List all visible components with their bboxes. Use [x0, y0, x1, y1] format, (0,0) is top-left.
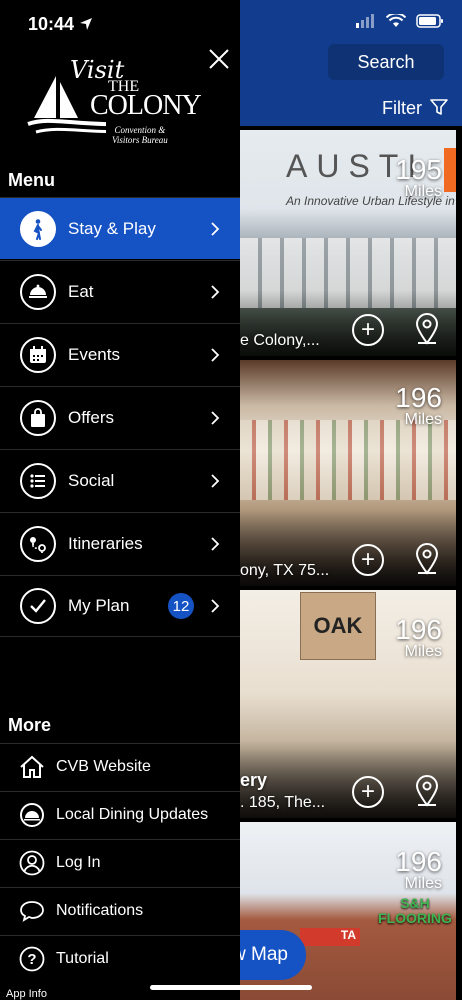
more-label: Local Dining Updates: [56, 806, 209, 823]
distance-value: 196: [395, 382, 442, 413]
route-icon: [20, 525, 56, 562]
distance-label: 196 Miles: [395, 848, 442, 892]
chevron-right-icon: [211, 599, 220, 613]
menu-label: Stay & Play: [68, 218, 156, 238]
banner-accent: [444, 148, 456, 192]
distance-unit: Miles: [404, 875, 442, 892]
chevron-right-icon: [211, 347, 220, 362]
food-tray-icon: [18, 801, 46, 829]
time-text: 10:44: [28, 14, 75, 34]
location-arrow-icon: [80, 18, 93, 30]
add-to-plan-button[interactable]: +: [352, 314, 384, 346]
status-icons: [356, 14, 444, 28]
menu-item-social[interactable]: Social: [0, 449, 240, 511]
menu-label: Eat: [68, 281, 94, 301]
distance-label: 196 Miles: [395, 384, 442, 428]
user-icon: [18, 849, 46, 877]
map-pin-icon[interactable]: [414, 774, 440, 808]
menu-label: Events: [68, 344, 120, 364]
card-caption: . 185, The...: [240, 794, 326, 811]
chevron-right-icon: [211, 410, 220, 425]
status-time: 10:44: [28, 14, 93, 35]
logo-text-bureau: Visitors Bureau: [112, 134, 168, 145]
menu-section-title: Menu: [8, 170, 55, 190]
map-pin-icon[interactable]: [414, 312, 440, 346]
menu-label: Social: [68, 470, 115, 490]
svg-text:?: ?: [27, 951, 36, 968]
card-caption: e Colony,...: [240, 332, 320, 349]
store-sign-red: TA: [300, 928, 360, 946]
shopping-bag-icon: [20, 399, 56, 436]
product-box-text: OAK: [313, 613, 363, 638]
sailboat-icon: [27, 76, 106, 134]
menu-label: Itineraries: [68, 533, 143, 553]
menu-label: Offers: [68, 407, 114, 427]
chevron-right-icon: [211, 536, 220, 551]
more-item-notifications[interactable]: Notifications: [0, 887, 240, 934]
add-to-plan-button[interactable]: +: [352, 776, 384, 808]
more-item-tutorial[interactable]: ? Tutorial: [0, 935, 240, 982]
store-shelves-image: [240, 420, 456, 500]
list-icon: [20, 462, 56, 499]
chevron-right-icon: [211, 221, 220, 236]
filter-bar: [240, 90, 462, 126]
walking-person-icon: [20, 210, 56, 247]
more-label: Tutorial: [56, 950, 109, 967]
distance-label: 196 Miles: [395, 616, 442, 660]
product-box: OAK: [300, 592, 376, 660]
menu-item-stay-play[interactable]: Stay & Play: [0, 197, 240, 259]
more-label: Notifications: [56, 902, 144, 919]
signal-icon: [356, 14, 374, 28]
question-icon: ?: [18, 945, 46, 973]
distance-value: 196: [395, 846, 442, 877]
chevron-right-icon: [211, 473, 220, 488]
distance-value: 195: [395, 154, 442, 185]
speech-bubble-icon: [18, 897, 46, 925]
plan-count-badge: 12: [168, 593, 194, 619]
close-icon[interactable]: [206, 46, 232, 72]
home-icon: [18, 753, 46, 781]
distance-unit: Miles: [404, 411, 442, 428]
more-label: Log In: [56, 854, 101, 871]
calendar-icon: [20, 336, 56, 373]
food-tray-icon: [20, 273, 56, 310]
listing-card[interactable]: 196 Miles ony, TX 75... +: [240, 360, 456, 586]
more-item-cvb-website[interactable]: CVB Website: [0, 743, 240, 790]
distance-value: 196: [395, 614, 442, 645]
chevron-right-icon: [211, 284, 220, 299]
menu-item-my-plan[interactable]: My Plan 12: [0, 575, 240, 637]
distance-unit: Miles: [404, 643, 442, 660]
more-item-log-in[interactable]: Log In: [0, 839, 240, 886]
menu-item-itineraries[interactable]: Itineraries: [0, 512, 240, 574]
more-label: CVB Website: [56, 758, 151, 775]
visit-the-colony-logo: Visit THE COLONY Convention & Visitors B…: [22, 56, 202, 152]
add-to-plan-button[interactable]: +: [352, 544, 384, 576]
wifi-icon: [386, 14, 406, 27]
home-indicator: [150, 985, 312, 990]
checkmark-icon: [20, 588, 56, 624]
card-caption: ony, TX 75...: [240, 562, 330, 579]
more-item-local-dining[interactable]: Local Dining Updates: [0, 791, 240, 838]
map-pin-icon[interactable]: [414, 542, 440, 576]
menu-item-events[interactable]: Events: [0, 323, 240, 385]
menu-item-eat[interactable]: Eat: [0, 260, 240, 322]
distance-label: 195 Miles: [395, 156, 442, 200]
battery-icon: [416, 14, 443, 28]
menu-label: My Plan: [68, 596, 130, 615]
menu-item-offers[interactable]: Offers: [0, 386, 240, 448]
logo-text-colony: COLONY: [90, 90, 202, 121]
search-button[interactable]: Search: [328, 44, 444, 80]
listing-card[interactable]: AUSTI An Innovative Urban Lifestyle in 1…: [240, 130, 456, 356]
card-title: ery: [240, 770, 268, 790]
filter-button[interactable]: Filter: [382, 98, 422, 119]
distance-unit: Miles: [404, 183, 442, 200]
app-info-link[interactable]: App Info: [6, 988, 47, 1000]
logo-subtitle: Convention & Visitors Bureau: [112, 125, 168, 146]
store-sign: S&H FLOORING: [378, 895, 452, 927]
listing-card[interactable]: OAK 196 Miles ery . 185, The... +: [240, 590, 456, 818]
filter-icon[interactable]: [430, 98, 448, 116]
more-section-title: More: [8, 715, 52, 735]
